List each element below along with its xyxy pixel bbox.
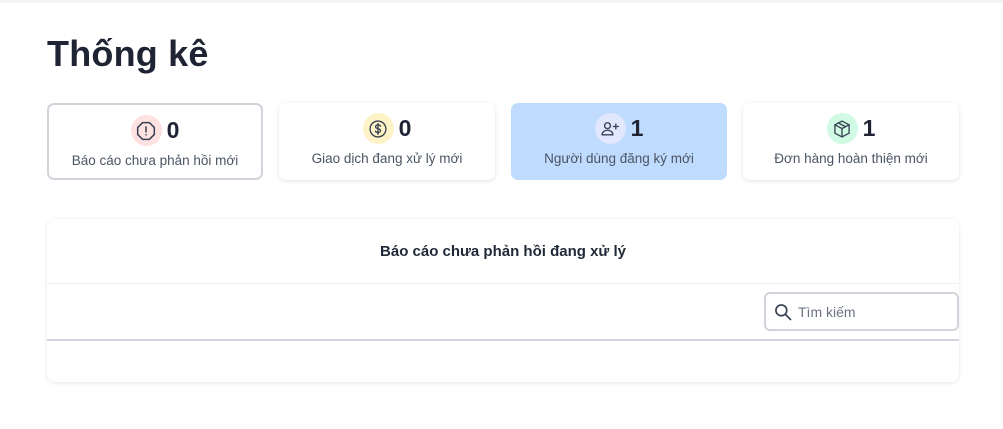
stat-label: Người dùng đăng ký mới bbox=[544, 151, 694, 166]
table-header-divider bbox=[47, 339, 959, 341]
stat-card-pending-reports[interactable]: 0 Báo cáo chưa phản hồi mới bbox=[47, 103, 263, 180]
divider bbox=[47, 283, 959, 284]
package-icon bbox=[826, 113, 858, 144]
stat-count: 1 bbox=[630, 115, 644, 141]
stats-cards: 0 Báo cáo chưa phản hồi mới 0 Giao dịch … bbox=[47, 103, 959, 180]
user-plus-icon bbox=[594, 113, 626, 144]
alert-octagon-icon bbox=[130, 115, 162, 146]
panel-title: Báo cáo chưa phản hồi đang xử lý bbox=[380, 243, 626, 260]
search-box[interactable] bbox=[764, 292, 959, 331]
stat-label: Giao dịch đang xử lý mới bbox=[311, 151, 463, 166]
dollar-coin-icon bbox=[362, 113, 394, 144]
page-title: Thống kê bbox=[47, 33, 209, 74]
stat-count: 0 bbox=[166, 117, 180, 143]
top-border bbox=[0, 0, 1003, 3]
stat-label: Đơn hàng hoàn thiện mới bbox=[774, 151, 928, 166]
stat-count: 0 bbox=[398, 115, 412, 141]
stat-count: 1 bbox=[862, 115, 876, 141]
stat-label: Báo cáo chưa phản hồi mới bbox=[71, 153, 239, 168]
pending-reports-panel: Báo cáo chưa phản hồi đang xử lý bbox=[47, 219, 959, 382]
stat-card-new-users[interactable]: 1 Người dùng đăng ký mới bbox=[511, 103, 727, 180]
stat-card-pending-transactions[interactable]: 0 Giao dịch đang xử lý mới bbox=[279, 103, 495, 180]
search-icon bbox=[775, 303, 792, 320]
search-input[interactable] bbox=[798, 303, 948, 320]
stat-card-completed-orders[interactable]: 1 Đơn hàng hoàn thiện mới bbox=[743, 103, 959, 180]
